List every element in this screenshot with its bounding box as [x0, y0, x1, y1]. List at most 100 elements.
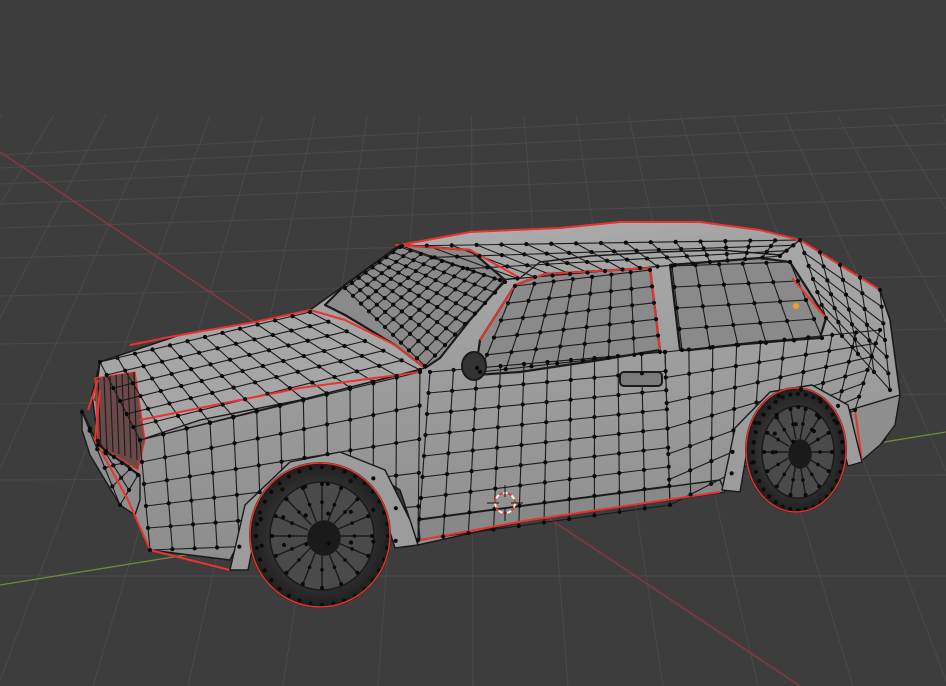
- mesh-vertex: [746, 244, 751, 249]
- mesh-vertex: [764, 260, 769, 265]
- mesh-vertex: [767, 494, 772, 499]
- mesh-vertex: [664, 407, 669, 412]
- mesh-vertex: [760, 255, 765, 260]
- mesh-vertex: [677, 326, 682, 332]
- mesh-vertex: [758, 340, 763, 345]
- mesh-vertex: [470, 448, 475, 453]
- mesh-vertex: [664, 400, 669, 406]
- mesh-vertex: [277, 403, 283, 409]
- mesh-vertex: [503, 367, 508, 372]
- mesh-vertex: [839, 389, 844, 394]
- mesh-vertex: [377, 363, 382, 368]
- mesh-vertex: [213, 520, 218, 525]
- mesh-vertex: [491, 335, 497, 340]
- mesh-vertex: [592, 474, 597, 479]
- mesh-vertex: [320, 568, 324, 572]
- mesh-vertex: [693, 263, 698, 268]
- mesh-vertex: [481, 272, 487, 278]
- mesh-vertex: [864, 322, 870, 327]
- mesh-vertex: [497, 384, 502, 389]
- mesh-vertex: [284, 497, 289, 502]
- mesh-vertex: [617, 509, 622, 515]
- mesh-vertex: [278, 431, 283, 436]
- mesh-vertex: [785, 318, 790, 324]
- mesh-vertex: [723, 239, 728, 244]
- mesh-vertex: [167, 401, 172, 406]
- mesh-vertex: [592, 355, 597, 361]
- mesh-vertex: [143, 503, 149, 509]
- mesh-vertex: [342, 343, 347, 349]
- mesh-vertex: [320, 482, 324, 486]
- mesh-vertex: [371, 507, 376, 513]
- mesh-vertex: [452, 332, 458, 337]
- mesh-vertex: [861, 381, 866, 386]
- mesh-vertex: [494, 466, 499, 471]
- mesh-vertex: [469, 469, 474, 474]
- mesh-vertex: [836, 319, 841, 325]
- mesh-vertex: [471, 427, 476, 432]
- mesh-vertex: [348, 417, 353, 422]
- side-mirror[interactable]: [461, 351, 487, 381]
- mesh-vertex: [111, 463, 116, 468]
- mesh-vertex: [723, 245, 729, 250]
- mesh-vertex: [731, 322, 736, 328]
- object-origin-icon[interactable]: [793, 303, 799, 309]
- mesh-vertex: [199, 378, 204, 384]
- mesh-vertex: [320, 602, 324, 607]
- mesh-vertex: [567, 293, 572, 299]
- mesh-vertex: [825, 278, 830, 283]
- mesh-vertex: [325, 333, 330, 339]
- mesh-vertex: [520, 402, 525, 407]
- mesh-vertex: [515, 332, 520, 338]
- mesh-vertex: [544, 251, 549, 256]
- mesh-vertex: [869, 354, 874, 359]
- mesh-vertex: [354, 369, 360, 374]
- mesh-vertex: [355, 497, 360, 502]
- mesh-vertex: [666, 464, 671, 469]
- mesh-vertex: [324, 422, 330, 427]
- mesh-vertex: [782, 337, 787, 342]
- mesh-vertex: [732, 406, 737, 412]
- mesh-vertex: [390, 289, 395, 294]
- mesh-vertex: [545, 262, 550, 267]
- mesh-vertex: [795, 278, 801, 284]
- mesh-vertex: [269, 489, 274, 494]
- mesh-vertex: [359, 353, 365, 359]
- mesh-vertex: [679, 347, 685, 353]
- mesh-vertex: [237, 326, 243, 331]
- mesh-vertex: [371, 444, 376, 449]
- mesh-vertex: [707, 259, 713, 265]
- mesh-vertex: [669, 263, 675, 269]
- 3d-viewport[interactable]: [0, 0, 946, 686]
- mesh-vertex: [300, 582, 305, 587]
- mesh-vertex: [663, 375, 668, 380]
- mesh-vertex: [684, 254, 689, 259]
- mesh-vertex: [332, 565, 337, 570]
- mesh-vertex: [860, 291, 865, 296]
- front-wheel[interactable]: [249, 462, 391, 608]
- mesh-vertex: [208, 362, 213, 367]
- mesh-vertex: [290, 521, 294, 525]
- mesh-vertex: [441, 270, 447, 275]
- mesh-vertex: [255, 436, 260, 441]
- mesh-vertex: [287, 593, 291, 598]
- mesh-vertex: [237, 544, 242, 549]
- mesh-vertex: [102, 465, 107, 470]
- rear-wheel[interactable]: [745, 387, 847, 513]
- mesh-vertex: [582, 341, 587, 346]
- viewport-scene[interactable]: [0, 0, 946, 686]
- mesh-vertex: [846, 359, 851, 364]
- mesh-vertex: [382, 324, 388, 330]
- mesh-vertex: [580, 358, 585, 363]
- mesh-vertex: [709, 481, 714, 486]
- mesh-vertex: [585, 270, 590, 275]
- mesh-vertex: [826, 469, 831, 474]
- mesh-vertex: [234, 492, 240, 498]
- mesh-vertex: [827, 348, 832, 354]
- mesh-vertex: [828, 292, 834, 297]
- mesh-vertex: [811, 395, 816, 400]
- mesh-vertex: [178, 355, 183, 360]
- mesh-vertex: [473, 386, 479, 391]
- mesh-vertex: [141, 481, 147, 487]
- mesh-vertex: [857, 394, 862, 399]
